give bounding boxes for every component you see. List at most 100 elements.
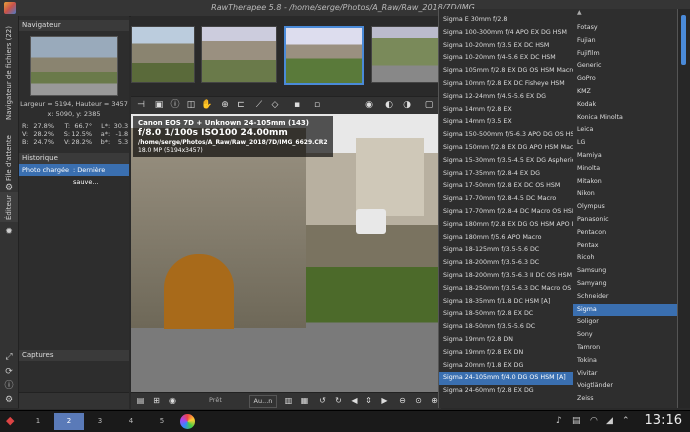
lens-option[interactable]: Sigma 10-20mm f/4-5.6 EX DC HSM: [439, 52, 574, 65]
split-view-icon[interactable]: ⊣: [135, 99, 147, 111]
preview-bg-icon[interactable]: ◑: [401, 99, 413, 111]
lens-option[interactable]: Sigma 180mm f/2.8 EX DG OS HSM APO Macro: [439, 219, 574, 232]
brand-option[interactable]: Voigtländer: [573, 380, 677, 393]
brand-option[interactable]: Nikon: [573, 188, 677, 201]
lens-option[interactable]: Sigma 20mm f/1.8 EX DG: [439, 360, 574, 373]
brand-option[interactable]: KMZ: [573, 86, 677, 99]
tab-editor[interactable]: Éditeur: [0, 192, 18, 222]
workspace-button[interactable]: 4: [116, 413, 146, 430]
lens-option[interactable]: Sigma 17-70mm f/2.8-4.5 DC Macro: [439, 193, 574, 206]
history-icon[interactable]: ⟳: [3, 366, 15, 378]
external-editor-icon[interactable]: ◉: [167, 395, 178, 406]
scrollbar[interactable]: [678, 9, 690, 408]
brand-option[interactable]: Sony: [573, 329, 677, 342]
brand-option[interactable]: Ricoh: [573, 252, 677, 265]
brand-option[interactable]: GoPro: [573, 73, 677, 86]
lens-option[interactable]: Sigma 19mm f/2.8 DN: [439, 334, 574, 347]
brand-option[interactable]: Olympus: [573, 201, 677, 214]
lens-option[interactable]: Sigma 105mm f/2.8 EX DG OS HSM Macro: [439, 65, 574, 78]
brand-option[interactable]: Zeiss: [573, 393, 677, 406]
clip-shadow-icon[interactable]: ◐: [383, 99, 395, 111]
filmstrip-thumb[interactable]: [371, 26, 443, 83]
lens-option[interactable]: Sigma 18-200mm f/3.5-6.3 II DC OS HSM: [439, 270, 574, 283]
brand-option[interactable]: Panasonic: [573, 214, 677, 227]
lens-option[interactable]: Sigma 17-35mm f/2.8-4 EX DG: [439, 168, 574, 181]
clock[interactable]: 13:16: [645, 413, 682, 428]
brand-option[interactable]: Sigma: [573, 303, 677, 317]
rotate-left-icon[interactable]: ↺: [317, 395, 328, 406]
lens-option[interactable]: Sigma 100-300mm f/4 APO EX DG HSM: [439, 27, 574, 40]
brand-option[interactable]: Minolta: [573, 163, 677, 176]
lens-option[interactable]: Sigma 18-125mm f/3.5-5.6 DC: [439, 244, 574, 257]
crop-icon[interactable]: ⤢: [3, 351, 15, 363]
red-channel-icon[interactable]: ▫: [311, 99, 323, 111]
brand-option[interactable]: Leica: [573, 124, 677, 137]
filmstrip-thumb-selected[interactable]: [284, 26, 364, 85]
brand-option[interactable]: Kodak: [573, 99, 677, 112]
network-icon[interactable]: ◠: [590, 416, 598, 426]
brand-option[interactable]: Mitakon: [573, 176, 677, 189]
brand-option[interactable]: Soligor: [573, 316, 677, 329]
lens-option[interactable]: Sigma 18-50mm f/2.8 EX DC: [439, 308, 574, 321]
lens-option[interactable]: Sigma 150-500mm f/5-6.3 APO DG OS HSM: [439, 129, 574, 142]
straighten-icon[interactable]: ⟋: [253, 99, 265, 111]
zoom-out-icon[interactable]: ⊖: [397, 395, 408, 406]
workspace-button[interactable]: 5: [147, 413, 177, 430]
main-preview[interactable]: Canon EOS 7D + Unknown 24-105mm (143) f/…: [131, 114, 441, 392]
filmstrip-thumb[interactable]: [201, 26, 277, 83]
lens-option[interactable]: Sigma 10mm f/2.8 EX DC Fisheye HSM: [439, 78, 574, 91]
settings-icon[interactable]: ⚙: [3, 394, 15, 406]
lock-icon[interactable]: ▣: [153, 99, 165, 111]
workspace-button[interactable]: 2: [54, 413, 84, 430]
navigator-thumbnail[interactable]: [30, 36, 118, 96]
lens-option[interactable]: Sigma 17-50mm f/2.8 EX DC OS HSM: [439, 180, 574, 193]
volume-icon[interactable]: ♪: [556, 416, 562, 426]
auto-select[interactable]: Au...n: [249, 395, 277, 408]
lens-option[interactable]: Sigma 150mm f/2.8 EX DG APO HSM Macro: [439, 142, 574, 155]
histogram-icon[interactable]: ▥: [283, 395, 294, 406]
spot-icon[interactable]: ◇: [269, 99, 281, 111]
navigator-header[interactable]: Navigateur: [19, 20, 129, 31]
before-after-icon[interactable]: ◫: [185, 99, 197, 111]
focus-mask-icon[interactable]: ◉: [363, 99, 375, 111]
white-balance-icon[interactable]: ⊕: [219, 99, 231, 111]
previous-icon[interactable]: ◀: [349, 395, 360, 406]
app-icon[interactable]: [180, 414, 195, 429]
filmstrip-thumb[interactable]: [131, 26, 195, 83]
clipboard-icon[interactable]: ▤: [572, 416, 581, 426]
brand-option[interactable]: Fujian: [573, 35, 677, 48]
lens-option[interactable]: Sigma 14mm f/2.8 EX: [439, 104, 574, 117]
crop-tool-icon[interactable]: ⊏: [235, 99, 247, 111]
lens-option[interactable]: Sigma 17-70mm f/2.8-4 DC Macro OS HSM: [439, 206, 574, 219]
lens-option[interactable]: Sigma 18-200mm f/3.5-6.3 DC: [439, 257, 574, 270]
brand-option[interactable]: Tamron: [573, 342, 677, 355]
workspace-button[interactable]: 3: [85, 413, 115, 430]
camera-icon[interactable]: ✹: [3, 226, 15, 238]
captures-header[interactable]: Captures: [19, 350, 129, 361]
info-toggle-icon[interactable]: ⓘ: [169, 99, 181, 111]
history-header[interactable]: Historique: [19, 153, 129, 164]
brand-option[interactable]: Fotasy: [573, 22, 677, 35]
lens-option[interactable]: Sigma 24-105mm f/4.0 DG OS HSM [A]: [439, 372, 574, 386]
brand-option[interactable]: Pentax: [573, 240, 677, 253]
brand-option[interactable]: Vivitar: [573, 368, 677, 381]
brand-option[interactable]: Mamiya: [573, 150, 677, 163]
brand-option[interactable]: Tokina: [573, 355, 677, 368]
volume-level-icon[interactable]: ◢: [606, 416, 613, 426]
hand-tool-icon[interactable]: ✋: [201, 99, 213, 111]
brand-option[interactable]: Samyang: [573, 278, 677, 291]
lens-option[interactable]: Sigma E 30mm f/2.8: [439, 14, 574, 27]
rotate-right-icon[interactable]: ↻: [333, 395, 344, 406]
lens-option[interactable]: Sigma 18-250mm f/3.5-6.3 DC Macro OS HSM: [439, 283, 574, 296]
brand-option[interactable]: Samsung: [573, 265, 677, 278]
color-picker-icon[interactable]: ▪: [291, 99, 303, 111]
flip-icon[interactable]: ⇕: [363, 395, 374, 406]
lens-option[interactable]: Sigma 10-20mm f/3.5 EX DC HSM: [439, 40, 574, 53]
lens-option[interactable]: Sigma 18-35mm f/1.8 DC HSM [A]: [439, 296, 574, 309]
tray-arrow-icon[interactable]: ⌃: [622, 416, 630, 426]
workspace-button[interactable]: 1: [23, 413, 53, 430]
lens-option[interactable]: Sigma 24-60mm f/2.8 EX DG: [439, 385, 574, 398]
scroll-up-arrow[interactable]: ▲: [577, 9, 582, 16]
brand-option[interactable]: Fujifilm: [573, 48, 677, 61]
brand-option[interactable]: Schneider: [573, 291, 677, 304]
